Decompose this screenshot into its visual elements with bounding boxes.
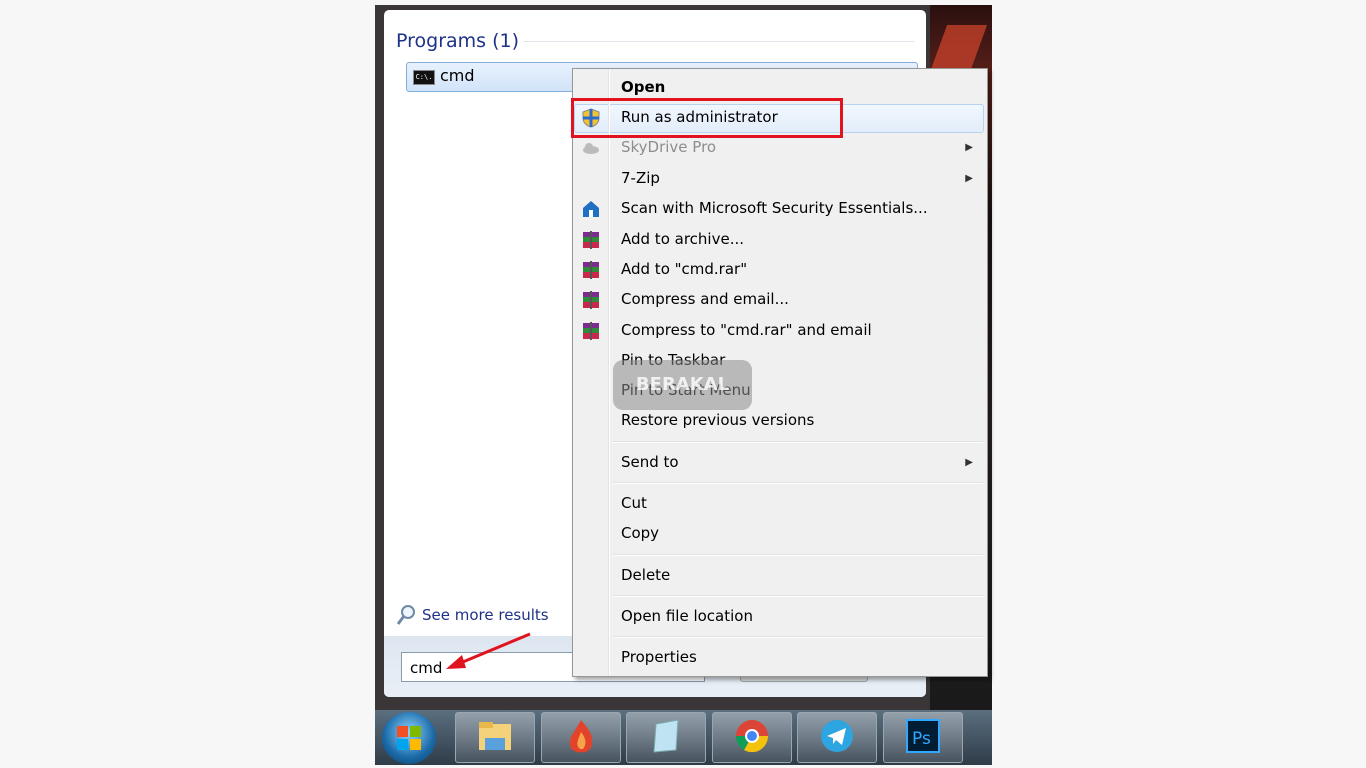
notepad-icon [646,716,686,760]
menu-item[interactable]: Cut [621,494,647,512]
programs-header: Programs (1) [396,30,520,52]
icon-column-divider [608,70,610,675]
taskbar-button[interactable]: Ps [882,712,963,763]
menu-item[interactable]: Scan with Microsoft Security Essentials.… [621,199,928,217]
menu-separator [613,441,983,443]
photoshop-label: Ps [912,729,931,749]
menu-item[interactable]: Send to [621,453,679,471]
search-icon [396,605,415,625]
menu-item[interactable]: SkyDrive Pro [621,138,716,156]
menu-item[interactable]: Open [621,78,665,96]
menu-item[interactable]: Compress to "cmd.rar" and email [621,321,872,339]
submenu-arrow-icon: ▶ [965,142,973,153]
burning-app-icon [561,716,601,760]
menu-item[interactable]: Compress and email... [621,290,789,308]
menu-item[interactable]: Copy [621,524,659,542]
taskbar-button[interactable] [626,712,706,763]
menu-item[interactable]: Open file location [621,607,753,625]
menu-item[interactable]: 7-Zip [621,169,660,187]
menu-separator [613,554,983,556]
annotation-highlight-box [571,98,843,138]
start-button[interactable] [382,712,436,764]
program-item-label: cmd [440,66,475,85]
winrar-icon [581,321,601,341]
see-more-label: See more results [422,606,549,624]
menu-item[interactable]: Add to "cmd.rar" [621,260,747,278]
winrar-icon [581,290,601,310]
see-more-results-link[interactable]: See more results [396,604,549,626]
security-essentials-icon [581,199,601,219]
divider [524,41,914,42]
menu-item[interactable]: Restore previous versions [621,411,814,429]
skydrive-icon [581,138,601,158]
winrar-icon [581,230,601,250]
file-explorer-icon [475,716,515,760]
menu-separator [613,595,983,597]
winrar-icon [581,260,601,280]
watermark: BERAKAL [613,360,752,410]
chrome-icon [732,716,772,760]
menu-item[interactable]: Delete [621,566,670,584]
taskbar-button[interactable] [455,712,535,763]
windows-logo-icon [397,726,421,750]
menu-item[interactable]: Properties [621,648,697,666]
submenu-arrow-icon: ▶ [965,173,973,184]
menu-separator [613,636,983,638]
photoshop-icon: Ps [903,716,943,760]
menu-separator [613,482,983,484]
telegram-icon [817,716,857,760]
command-prompt-icon: C:\. [413,70,435,85]
taskbar-button[interactable] [797,712,877,763]
taskbar-button[interactable] [540,712,621,763]
menu-item[interactable]: Add to archive... [621,230,744,248]
taskbar-button[interactable] [711,712,792,763]
submenu-arrow-icon: ▶ [965,457,973,468]
